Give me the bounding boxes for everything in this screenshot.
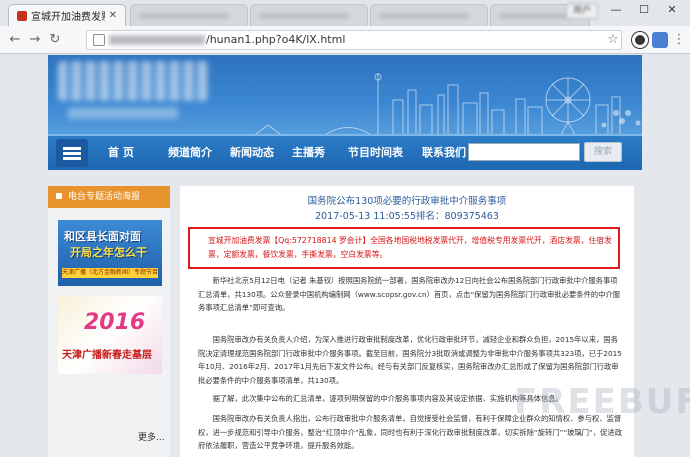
freebuf-watermark: FREEBUF	[514, 382, 690, 422]
close-window-icon[interactable]: ✕	[658, 0, 686, 20]
back-icon[interactable]: ←	[6, 31, 24, 49]
site-navigation: 首 页 频道简介 新闻动态 主播秀 节目时间表 联系我们 搜索	[48, 134, 642, 170]
nav-item-contact[interactable]: 联系我们	[422, 136, 466, 170]
nav-item-home[interactable]: 首 页	[108, 136, 134, 170]
user-profile-badge[interactable]: 用户	[565, 3, 598, 19]
browser-tab[interactable]	[250, 4, 368, 26]
article-title: 国务院公布130项必要的行政审批中介服务事项	[307, 196, 507, 207]
spam-highlight-box: 宣城开加油费发票【Qq:572718814 罗会计】全国各地国税地税发票代开，增…	[188, 227, 620, 269]
nav-item-anchor-show[interactable]: 主播秀	[292, 136, 325, 170]
redacted-host	[109, 35, 205, 45]
site-search-button[interactable]: 搜索	[584, 142, 622, 162]
article-paragraph: 新华社北京5月12日电（记者 朱基钗）按照国务院统一部署，国务院审改办12日向社…	[198, 276, 621, 312]
web-page: 首 页 频道简介 新闻动态 主播秀 节目时间表 联系我们 搜索 电台专题活动海报…	[0, 55, 690, 457]
tab-close-icon[interactable]: ✕	[109, 10, 117, 21]
ad2-title: 天津广播新春走基层	[62, 350, 152, 361]
browser-tab-active[interactable]: 宣城开加油费发票_百度 ✕	[8, 4, 126, 26]
browser-tab[interactable]	[130, 4, 248, 26]
spam-text: 宣城开加油费发票【Qq:572718814 罗会计】全国各地国税地税发票代开，增…	[208, 236, 612, 259]
article-paragraph: 国务院审改办有关负责人介绍，为深入推进行政审批制度改革，优化行政审批环节，减轻企…	[198, 335, 622, 385]
ad1-headline: 和区县长面对面	[64, 230, 141, 243]
menu-kebab-icon[interactable]: ⋮	[670, 31, 688, 49]
sidebar-more-link[interactable]: 更多...	[138, 430, 165, 443]
sidebar: 电台专题活动海报 和区县长面对面 开局之年怎么干 天津广播（北方金融新闻）专题节…	[48, 186, 170, 457]
nav-item-news[interactable]: 新闻动态	[230, 136, 274, 170]
browser-toolbar: ← → ↻ /hunan1.php?o4K/lX.html ☆ ⋮	[0, 26, 690, 54]
ad1-subheadline: 开局之年怎么干	[70, 246, 147, 259]
minimize-icon[interactable]: —	[602, 0, 630, 20]
browser-tab[interactable]	[370, 4, 488, 26]
poster-ad-newyear[interactable]: 2016 天津广播新春走基层	[58, 296, 162, 374]
city-skyline-illustration	[247, 73, 641, 140]
site-favicon-icon	[17, 10, 27, 21]
bookmark-star-icon[interactable]: ☆	[604, 31, 622, 49]
reload-icon[interactable]: ↻	[46, 31, 64, 49]
bullet-icon	[56, 193, 62, 199]
article-meta: 2017-05-13 11:05:55排名：809375463	[315, 211, 499, 222]
ad2-year: 2016	[84, 310, 146, 335]
site-search-input[interactable]	[468, 143, 580, 161]
nav-item-channel-intro[interactable]: 频道简介	[168, 136, 212, 170]
address-path: /hunan1.php?o4K/lX.html	[206, 33, 346, 46]
page-info-icon[interactable]	[93, 34, 105, 46]
poster-ad-forum[interactable]: 和区县长面对面 开局之年怎么干 天津广播（北方金融新闻）专题节目	[58, 220, 162, 286]
site-banner	[48, 55, 642, 140]
extension-icon[interactable]	[632, 32, 648, 48]
menu-hamburger-icon[interactable]	[56, 139, 88, 167]
maximize-icon[interactable]: ☐	[630, 0, 658, 20]
translate-icon[interactable]	[652, 32, 668, 48]
browser-tab-bar: 宣城开加油费发票_百度 ✕ 用户 — ☐ ✕	[0, 0, 690, 26]
nav-item-schedule[interactable]: 节目时间表	[348, 136, 403, 170]
sidebar-header: 电台专题活动海报	[48, 186, 170, 208]
address-bar[interactable]: /hunan1.php?o4K/lX.html	[86, 30, 622, 50]
tab-title: 宣城开加油费发票_百度	[31, 12, 105, 23]
ad1-strip: 天津广播（北方金融新闻）专题节目	[62, 268, 158, 278]
forward-icon[interactable]: →	[26, 31, 44, 49]
